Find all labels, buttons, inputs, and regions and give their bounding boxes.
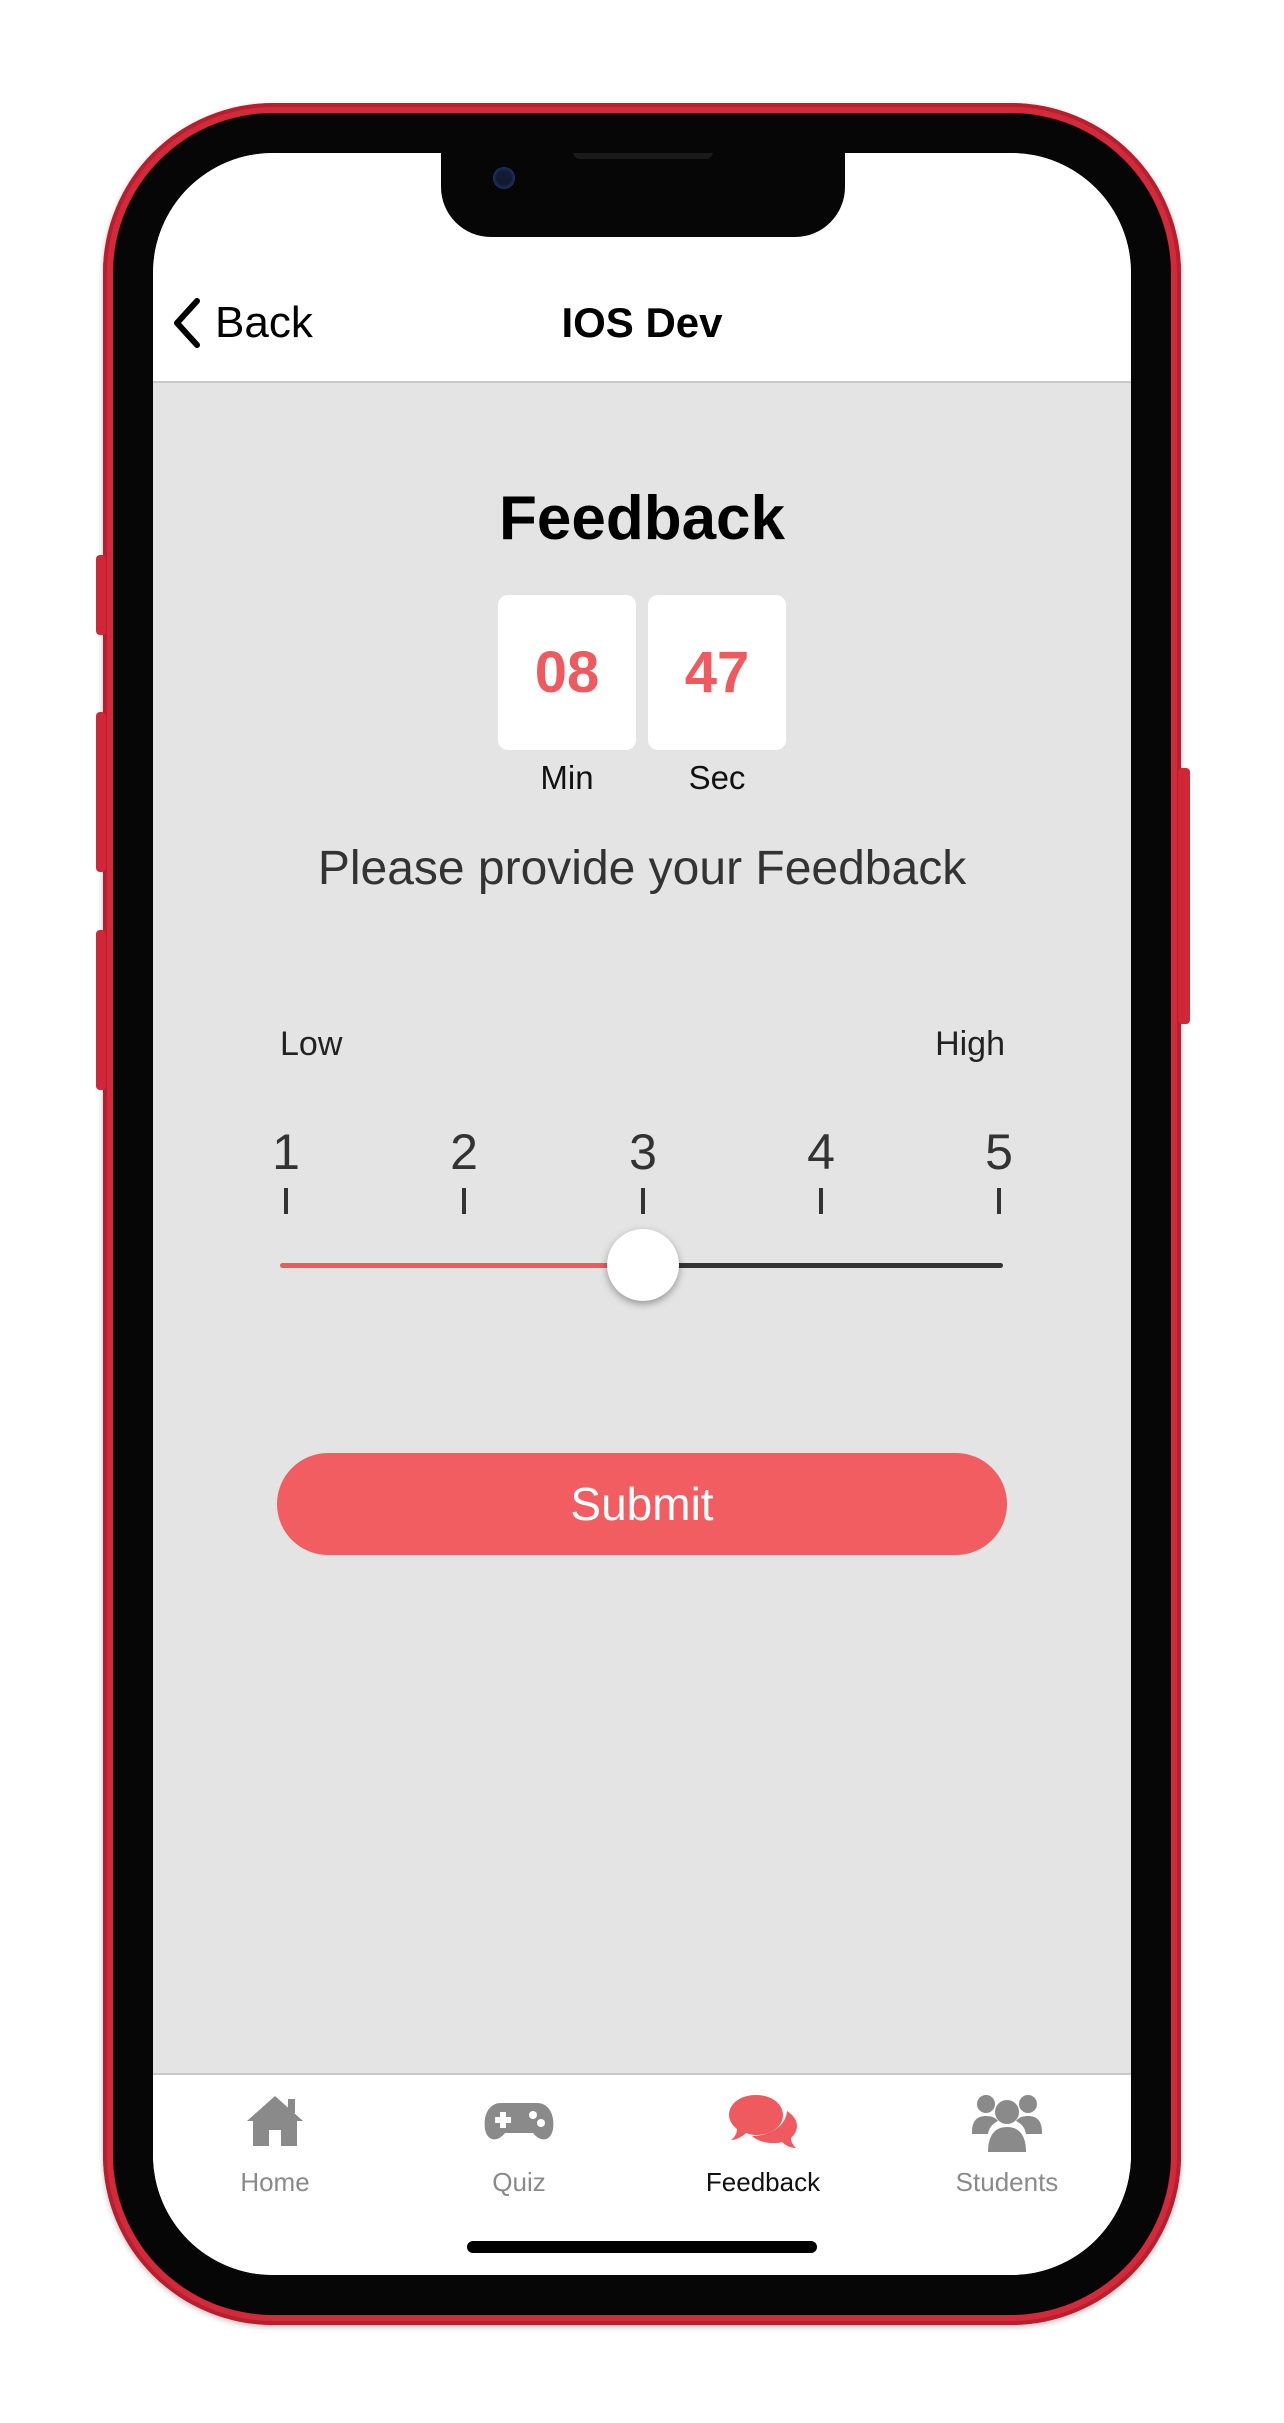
rating-slider-thumb[interactable]	[606, 1229, 679, 1301]
volume-down-button	[96, 930, 106, 1090]
scale-high-label: High	[935, 1025, 1005, 1063]
tick-label-2: 2	[450, 1124, 478, 1180]
earpiece-speaker	[573, 153, 713, 159]
users-icon	[972, 2095, 1042, 2152]
notch	[441, 153, 845, 237]
power-button	[1178, 768, 1190, 1024]
timer-seconds: 47	[648, 595, 786, 750]
tick-mark-5	[997, 1188, 1001, 1214]
tick-label-3: 3	[629, 1124, 657, 1180]
scale-low-label: Low	[280, 1025, 343, 1063]
mute-switch	[96, 555, 106, 635]
submit-button[interactable]: Submit	[277, 1453, 1007, 1555]
tick-label-4: 4	[807, 1124, 835, 1180]
timer-minutes: 08	[498, 595, 636, 750]
tab-home[interactable]: Home	[153, 2089, 397, 2209]
tab-quiz[interactable]: Quiz	[397, 2089, 641, 2209]
timer-minutes-label: Min	[540, 759, 594, 796]
tick-mark-3	[641, 1188, 645, 1214]
tab-label-feedback: Feedback	[705, 2167, 821, 2197]
tick-mark-2	[462, 1188, 466, 1214]
timer-seconds-label: Sec	[688, 759, 746, 796]
slider-track-remaining[interactable]	[642, 1263, 1003, 1268]
tab-label-students: Students	[955, 2167, 1059, 2197]
tick-mark-4	[819, 1188, 823, 1214]
tick-mark-1	[284, 1188, 288, 1214]
volume-up-button	[96, 712, 106, 872]
feedback-prompt: Please provide your Feedback	[317, 842, 967, 895]
slider-track-filled[interactable]	[280, 1263, 643, 1268]
gamepad-icon	[484, 2103, 554, 2140]
tab-label-quiz: Quiz	[492, 2167, 546, 2197]
chat-bubbles-icon	[729, 2095, 797, 2148]
tick-label-1: 1	[272, 1124, 300, 1180]
tick-label-5: 5	[985, 1124, 1013, 1180]
tab-label-home: Home	[240, 2167, 310, 2197]
tab-feedback[interactable]: Feedback	[641, 2089, 885, 2209]
page-title: Feedback	[498, 484, 786, 553]
home-indicator	[467, 2241, 817, 2253]
nav-title: IOS Dev	[561, 299, 723, 346]
home-icon	[247, 2096, 303, 2146]
tab-students[interactable]: Students	[885, 2089, 1129, 2209]
front-camera	[493, 167, 515, 189]
screen: Back IOS Dev Feedback 08 47 Min Sec Plea…	[153, 153, 1131, 2275]
